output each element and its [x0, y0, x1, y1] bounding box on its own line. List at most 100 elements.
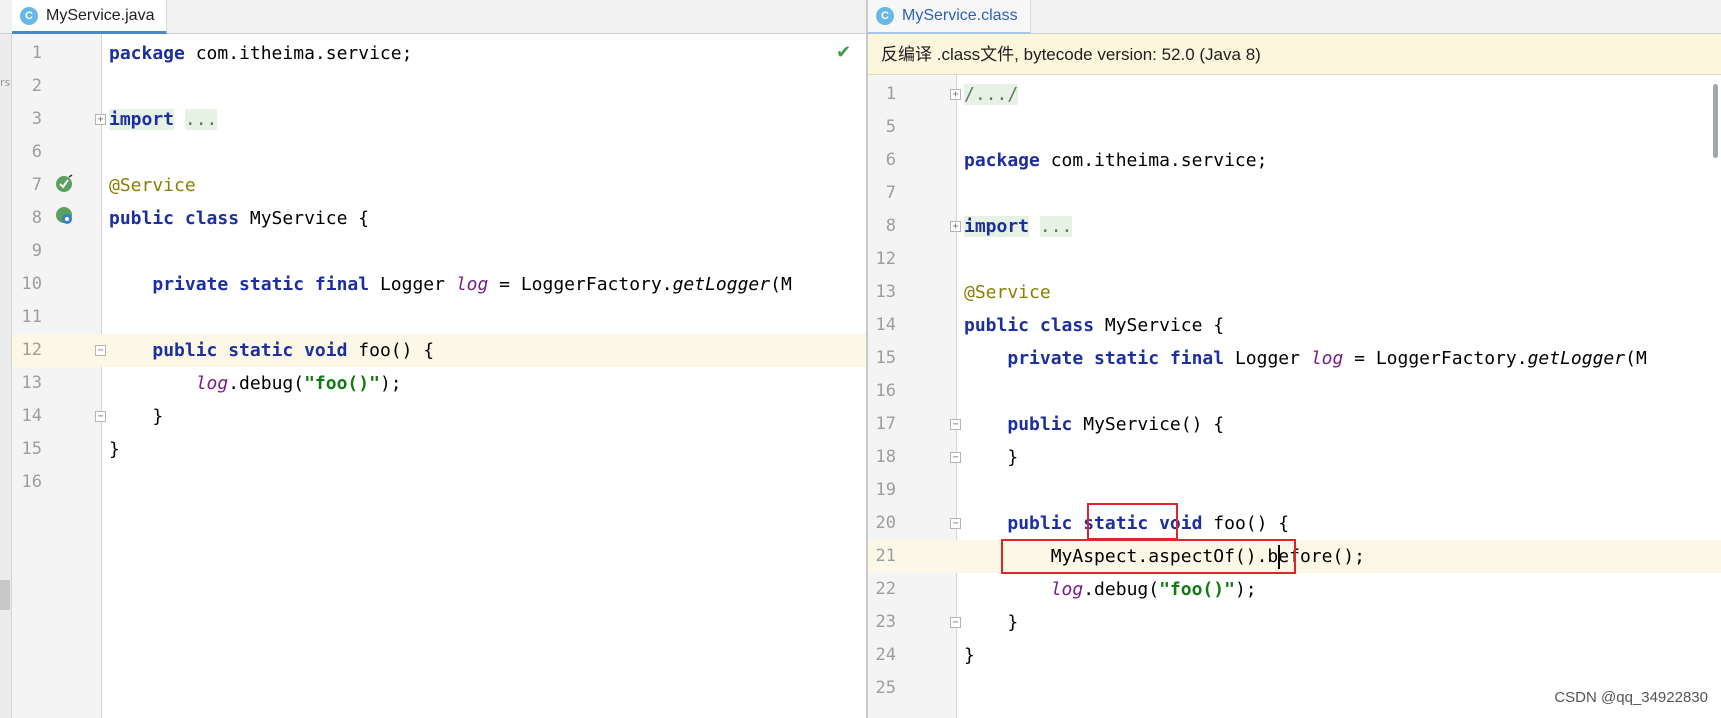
- line-number[interactable]: 11: [12, 301, 42, 334]
- line-number[interactable]: 16: [868, 375, 896, 408]
- code-line[interactable]: 24}: [868, 639, 1721, 672]
- fold-toggle-icon[interactable]: −: [950, 617, 961, 628]
- line-number[interactable]: 20: [868, 507, 896, 540]
- line-number[interactable]: 15: [868, 342, 896, 375]
- code-line[interactable]: 22 log.debug("foo()");: [868, 573, 1721, 606]
- code-line[interactable]: 2: [12, 70, 866, 103]
- line-number[interactable]: 9: [12, 235, 42, 268]
- code-line[interactable]: 10 private static final Logger log = Log…: [12, 268, 866, 301]
- vertical-scrollbar[interactable]: [1707, 34, 1721, 718]
- code-text[interactable]: /.../: [964, 78, 1019, 111]
- code-line[interactable]: 15 private static final Logger log = Log…: [868, 342, 1721, 375]
- code-line[interactable]: 20 public static void foo() {−: [868, 507, 1721, 540]
- code-text[interactable]: public class MyService {: [109, 202, 369, 235]
- line-number[interactable]: 15: [12, 433, 42, 466]
- code-text[interactable]: }: [964, 441, 1018, 474]
- code-text[interactable]: public class MyService {: [964, 309, 1224, 342]
- line-number[interactable]: 6: [868, 144, 896, 177]
- code-text[interactable]: @Service: [964, 276, 1051, 309]
- code-line[interactable]: 17 public MyService() {−: [868, 408, 1721, 441]
- code-text[interactable]: package com.itheima.service;: [964, 144, 1267, 177]
- code-text[interactable]: public MyService() {: [964, 408, 1224, 441]
- code-line[interactable]: 16: [868, 375, 1721, 408]
- line-number[interactable]: 12: [868, 243, 896, 276]
- code-text[interactable]: log.debug("foo()");: [109, 367, 402, 400]
- code-line[interactable]: 7: [868, 177, 1721, 210]
- code-text[interactable]: import ...: [109, 103, 218, 136]
- code-line[interactable]: 8 public class MyService {: [12, 202, 866, 235]
- line-number[interactable]: 1: [868, 78, 896, 111]
- code-text[interactable]: }: [109, 400, 163, 433]
- line-number[interactable]: 25: [868, 672, 896, 705]
- scrollbar-thumb[interactable]: [1713, 84, 1718, 158]
- line-number[interactable]: 21: [868, 540, 896, 573]
- code-text[interactable]: }: [109, 433, 120, 466]
- code-line[interactable]: 6 package com.itheima.service;: [868, 144, 1721, 177]
- line-number[interactable]: 17: [868, 408, 896, 441]
- code-line[interactable]: 14 public class MyService {: [868, 309, 1721, 342]
- fold-toggle-icon[interactable]: −: [95, 411, 106, 422]
- line-number[interactable]: 14: [12, 400, 42, 433]
- line-number[interactable]: 8: [868, 210, 896, 243]
- code-line[interactable]: 15}: [12, 433, 866, 466]
- fold-toggle-icon[interactable]: −: [950, 452, 961, 463]
- code-line[interactable]: 23 } −: [868, 606, 1721, 639]
- code-line[interactable]: 1 /.../+: [868, 78, 1721, 111]
- code-text[interactable]: private static final Logger log = Logger…: [109, 268, 791, 301]
- code-line[interactable]: 8 import ... +: [868, 210, 1721, 243]
- line-number[interactable]: 23: [868, 606, 896, 639]
- code-text[interactable]: public static void foo() {: [109, 334, 434, 367]
- line-number[interactable]: 6: [12, 136, 42, 169]
- line-number[interactable]: 13: [868, 276, 896, 309]
- line-number[interactable]: 14: [868, 309, 896, 342]
- code-text[interactable]: log.debug("foo()");: [964, 573, 1257, 606]
- fold-toggle-icon[interactable]: +: [95, 114, 106, 125]
- line-number[interactable]: 1: [12, 37, 42, 70]
- code-line[interactable]: 19: [868, 474, 1721, 507]
- code-line[interactable]: 12: [868, 243, 1721, 276]
- code-text[interactable]: @Service: [109, 169, 196, 202]
- line-number[interactable]: 7: [12, 169, 42, 202]
- code-line[interactable]: 11: [12, 301, 866, 334]
- aspect-advised-icon[interactable]: [55, 206, 73, 224]
- code-text[interactable]: private static final Logger log = Logger…: [964, 342, 1646, 375]
- spring-bean-icon[interactable]: [55, 174, 73, 192]
- code-text[interactable]: import ...: [964, 210, 1073, 243]
- code-line[interactable]: 1 package com.itheima.service;: [12, 37, 866, 70]
- code-line[interactable]: 14 } −: [12, 400, 866, 433]
- line-number[interactable]: 13: [12, 367, 42, 400]
- code-line[interactable]: 12 public static void foo() {−: [12, 334, 866, 367]
- fold-toggle-icon[interactable]: +: [950, 89, 961, 100]
- inspection-ok-icon[interactable]: ✔: [836, 42, 851, 63]
- code-line[interactable]: 9: [12, 235, 866, 268]
- code-line[interactable]: 18 } −: [868, 441, 1721, 474]
- line-number[interactable]: 10: [12, 268, 42, 301]
- code-line[interactable]: 7 @Service: [12, 169, 866, 202]
- line-number[interactable]: 19: [868, 474, 896, 507]
- fold-toggle-icon[interactable]: −: [950, 518, 961, 529]
- code-line[interactable]: 3 import ... +: [12, 103, 866, 136]
- line-number[interactable]: 7: [868, 177, 896, 210]
- fold-toggle-icon[interactable]: −: [95, 345, 106, 356]
- line-number[interactable]: 22: [868, 573, 896, 606]
- line-number[interactable]: 8: [12, 202, 42, 235]
- tab-myservice-java[interactable]: C MyService.java: [12, 0, 168, 34]
- code-line[interactable]: 16: [12, 466, 866, 499]
- code-line[interactable]: 13 log.debug("foo()");: [12, 367, 866, 400]
- tab-myservice-class[interactable]: C MyService.class: [868, 0, 1031, 34]
- code-text[interactable]: package com.itheima.service;: [109, 37, 412, 70]
- fold-toggle-icon[interactable]: +: [950, 221, 961, 232]
- line-number[interactable]: 5: [868, 111, 896, 144]
- line-number[interactable]: 18: [868, 441, 896, 474]
- line-number[interactable]: 3: [12, 103, 42, 136]
- line-number[interactable]: 2: [12, 70, 42, 103]
- line-number[interactable]: 16: [12, 466, 42, 499]
- code-text[interactable]: }: [964, 639, 975, 672]
- line-number[interactable]: 12: [12, 334, 42, 367]
- fold-toggle-icon[interactable]: −: [950, 419, 961, 430]
- code-line[interactable]: 5: [868, 111, 1721, 144]
- code-text[interactable]: }: [964, 606, 1018, 639]
- line-number[interactable]: 24: [868, 639, 896, 672]
- code-line[interactable]: 13 @Service: [868, 276, 1721, 309]
- code-line[interactable]: 6: [12, 136, 866, 169]
